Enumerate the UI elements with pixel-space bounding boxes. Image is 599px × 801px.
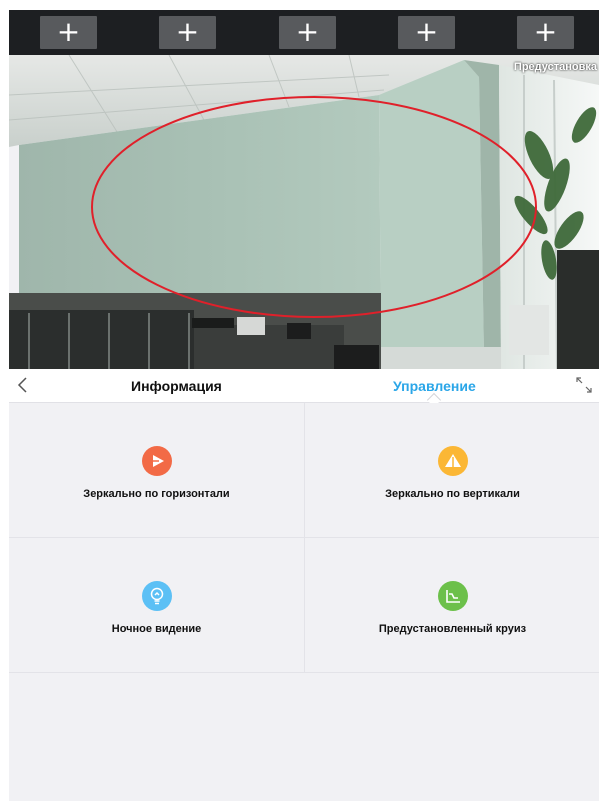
play-triangle-icon bbox=[141, 446, 172, 476]
camera-image bbox=[9, 55, 599, 369]
preset-cruise-button[interactable]: Предустановленный круиз bbox=[305, 538, 599, 673]
control-grid: Зеркально по горизонтали Зеркально по ве… bbox=[9, 403, 599, 673]
lightbulb-icon bbox=[141, 581, 172, 611]
warning-triangle-icon bbox=[437, 446, 468, 476]
tab-control[interactable]: Управление bbox=[393, 378, 476, 394]
camera-app: + + + + + Предустановка Информация Управ… bbox=[9, 10, 599, 801]
add-preset-button-2[interactable]: + bbox=[159, 16, 216, 49]
mirror-horizontal-label: Зеркально по горизонтали bbox=[83, 488, 230, 500]
camera-live-view[interactable]: Предустановка bbox=[9, 55, 599, 369]
add-preset-button-1[interactable]: + bbox=[40, 16, 97, 49]
mirror-horizontal-button[interactable]: Зеркально по горизонтали bbox=[9, 403, 305, 538]
add-preset-button-3[interactable]: + bbox=[279, 16, 336, 49]
preset-cruise-label: Предустановленный круиз bbox=[378, 623, 527, 635]
tab-bar: Информация Управление bbox=[9, 369, 599, 408]
add-preset-button-5[interactable]: + bbox=[517, 16, 574, 49]
night-vision-button[interactable]: Ночное видение bbox=[9, 538, 305, 673]
expand-icon[interactable] bbox=[574, 375, 594, 395]
preset-bar: + + + + + bbox=[9, 10, 599, 55]
mirror-vertical-button[interactable]: Зеркально по вертикали bbox=[305, 403, 599, 538]
add-preset-button-4[interactable]: + bbox=[398, 16, 455, 49]
mirror-vertical-label: Зеркально по вертикали bbox=[385, 488, 520, 500]
tab-information[interactable]: Информация bbox=[131, 378, 222, 394]
route-icon bbox=[437, 581, 468, 611]
preset-caption: Предустановка bbox=[513, 61, 597, 73]
back-chevron-icon[interactable] bbox=[13, 375, 33, 395]
night-vision-label: Ночное видение bbox=[111, 623, 202, 635]
